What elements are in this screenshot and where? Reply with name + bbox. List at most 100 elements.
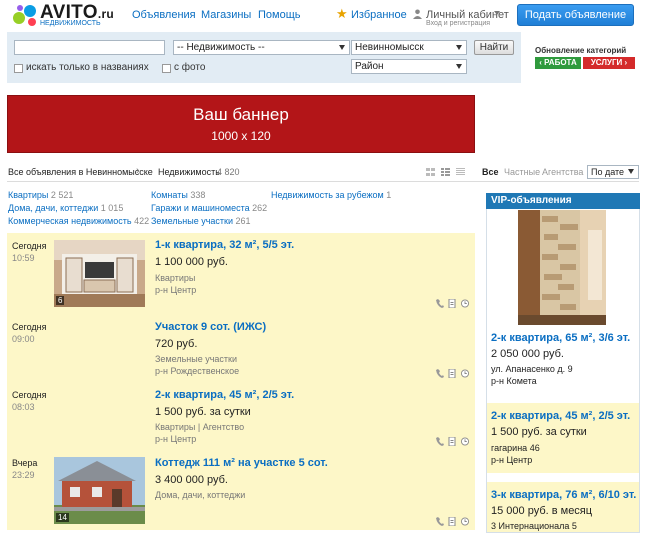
account-subtitle[interactable]: Вход и регистрация <box>426 20 490 27</box>
listing-photo[interactable]: 6 <box>54 240 145 307</box>
document-icon[interactable] <box>448 299 456 308</box>
post-ad-button[interactable]: Подать объявление <box>517 4 634 26</box>
ad-banner[interactable]: Ваш баннер 1000 x 120 <box>7 95 475 153</box>
chevron-down-icon <box>339 45 345 50</box>
services-category-badge[interactable]: УСЛУГИ › <box>583 57 635 69</box>
chevron-down-icon <box>628 169 634 174</box>
listing-time: 09:00 <box>12 334 35 344</box>
listing-time: 10:59 <box>12 253 35 263</box>
chevron-down-icon <box>456 45 462 50</box>
listing-category: Земельные участки <box>155 354 238 364</box>
city-select[interactable]: Невинномысск <box>351 40 467 55</box>
sort-select-value: По дате <box>591 167 625 177</box>
sort-select[interactable]: По дате <box>587 165 639 179</box>
list-view-icon[interactable] <box>441 168 450 176</box>
listing-title[interactable]: 2-к квартира, 45 м², 2/5 эт. <box>155 389 294 401</box>
district-select-value: Район <box>355 61 384 72</box>
listing-category: Квартиры <box>155 273 196 283</box>
listing-time: 08:03 <box>12 402 35 412</box>
city-select-value: Невинномысск <box>355 42 424 53</box>
nav-shops[interactable]: Магазины <box>201 9 251 21</box>
subcategory-link[interactable]: Дома, дачи, коттеджи 1 015 <box>8 203 123 213</box>
vip-listing-price: 2 050 000 руб. <box>491 348 564 360</box>
vip-listing-price: 15 000 руб. в месяц <box>491 505 593 517</box>
clock-icon[interactable] <box>461 517 469 526</box>
listing-district: р-н Центр <box>155 285 197 295</box>
breadcrumb-count: 4 820 <box>217 167 240 177</box>
subcategory-link[interactable]: Коммерческая недвижимость 422 <box>8 216 149 226</box>
banner-title: Ваш баннер <box>193 105 289 124</box>
listing-photo[interactable]: 14 <box>54 457 145 524</box>
clock-icon[interactable] <box>461 299 469 308</box>
document-icon[interactable] <box>448 369 456 378</box>
district-select[interactable]: Район <box>351 59 467 74</box>
listing-price: 3 400 000 руб. <box>155 474 228 486</box>
vip-listing-district: р-н Центр <box>491 455 533 465</box>
subcategory-link[interactable]: Гаражи и машиноместа 262 <box>151 203 267 213</box>
clock-icon[interactable] <box>461 369 469 378</box>
listing-price: 720 руб. <box>155 338 198 350</box>
titles-only-checkbox[interactable] <box>14 64 23 73</box>
filter-agencies[interactable]: Агентства <box>542 167 583 177</box>
phone-icon[interactable] <box>436 517 444 526</box>
chevron-down-icon[interactable] <box>494 11 500 15</box>
search-panel: -- Недвижимость -- Невинномысск Найти ис… <box>7 32 521 83</box>
vip-listing-price: 1 500 руб. за сутки <box>491 426 587 438</box>
document-icon[interactable] <box>448 517 456 526</box>
with-photo-label[interactable]: с фото <box>174 62 205 73</box>
listing-date: Сегодня <box>12 390 47 400</box>
category-select-value: -- Недвижимость -- <box>177 42 265 53</box>
find-button[interactable]: Найти <box>474 40 514 55</box>
phone-icon[interactable] <box>436 299 444 308</box>
listing-date: Сегодня <box>12 322 47 332</box>
phone-icon[interactable] <box>436 437 444 446</box>
subcategory-link[interactable]: Квартиры 2 521 <box>8 190 73 200</box>
vip-listing-title[interactable]: 3-к квартира, 76 м², 6/10 эт. <box>491 489 636 501</box>
listing-date: Вчера <box>12 458 38 468</box>
listing-price: 1 500 руб. за сутки <box>155 406 251 418</box>
listing-district: р-н Рождественское <box>155 366 240 376</box>
breadcrumb-separator: › <box>136 165 140 177</box>
clock-icon[interactable] <box>461 437 469 446</box>
interior-photo <box>518 210 606 325</box>
user-icon[interactable] <box>413 9 422 19</box>
breadcrumb-category: Недвижимость <box>158 167 220 177</box>
listing-category: Дома, дачи, коттеджи <box>155 490 246 500</box>
favorites-link[interactable]: Избранное <box>351 9 407 21</box>
listing-category: Квартиры | Агентство <box>155 422 245 432</box>
subcategory-link[interactable]: Комнаты 338 <box>151 190 205 200</box>
breadcrumb-all-ads[interactable]: Все объявления в Невинномысске <box>8 167 153 177</box>
category-select[interactable]: -- Недвижимость -- <box>173 40 350 55</box>
listing-date: Сегодня <box>12 241 47 251</box>
vip-listing-title[interactable]: 2-к квартира, 65 м², 3/6 эт. <box>491 332 630 344</box>
listing-title[interactable]: Участок 9 сот. (ИЖС) <box>155 321 266 333</box>
document-icon[interactable] <box>448 437 456 446</box>
filter-all[interactable]: Все <box>482 167 499 177</box>
listing-title[interactable]: 1-к квартира, 32 м², 5/5 эт. <box>155 239 294 251</box>
subcategory-link[interactable]: Недвижимость за рубежом 1 <box>271 190 391 200</box>
vip-listing-photo[interactable] <box>518 210 606 325</box>
phone-icon[interactable] <box>436 369 444 378</box>
star-icon[interactable]: ★ <box>336 6 348 22</box>
work-category-badge[interactable]: ‹ РАБОТА <box>535 57 581 69</box>
listing-time: 23:29 <box>12 470 35 480</box>
nav-help[interactable]: Помощь <box>258 9 301 21</box>
gallery-view-icon[interactable] <box>426 168 435 176</box>
nav-ads[interactable]: Объявления <box>132 9 196 21</box>
category-updates-title: Обновление категорий <box>535 46 627 55</box>
subcategory-link[interactable]: Земельные участки 261 <box>151 216 251 226</box>
search-input[interactable] <box>14 40 165 55</box>
furniture-photo <box>54 240 145 307</box>
vip-listing-address: 3 Интернационала 5 <box>491 521 577 531</box>
vip-listing-title[interactable]: 2-к квартира, 45 м², 2/5 эт. <box>491 410 630 422</box>
chevron-down-icon <box>456 64 462 69</box>
listing-title[interactable]: Коттедж 111 м² на участке 5 сот. <box>155 457 328 469</box>
avito-logo-icon[interactable] <box>11 3 39 27</box>
logo-subtitle: НЕДВИЖИМОСТЬ <box>40 20 101 27</box>
compact-view-icon[interactable] <box>456 168 465 176</box>
vip-header: VIP-объявления <box>486 193 640 209</box>
vip-listing-district: р-н Комета <box>491 376 537 386</box>
titles-only-label[interactable]: искать только в названиях <box>26 62 149 73</box>
filter-private[interactable]: Частные <box>504 167 540 177</box>
with-photo-checkbox[interactable] <box>162 64 171 73</box>
